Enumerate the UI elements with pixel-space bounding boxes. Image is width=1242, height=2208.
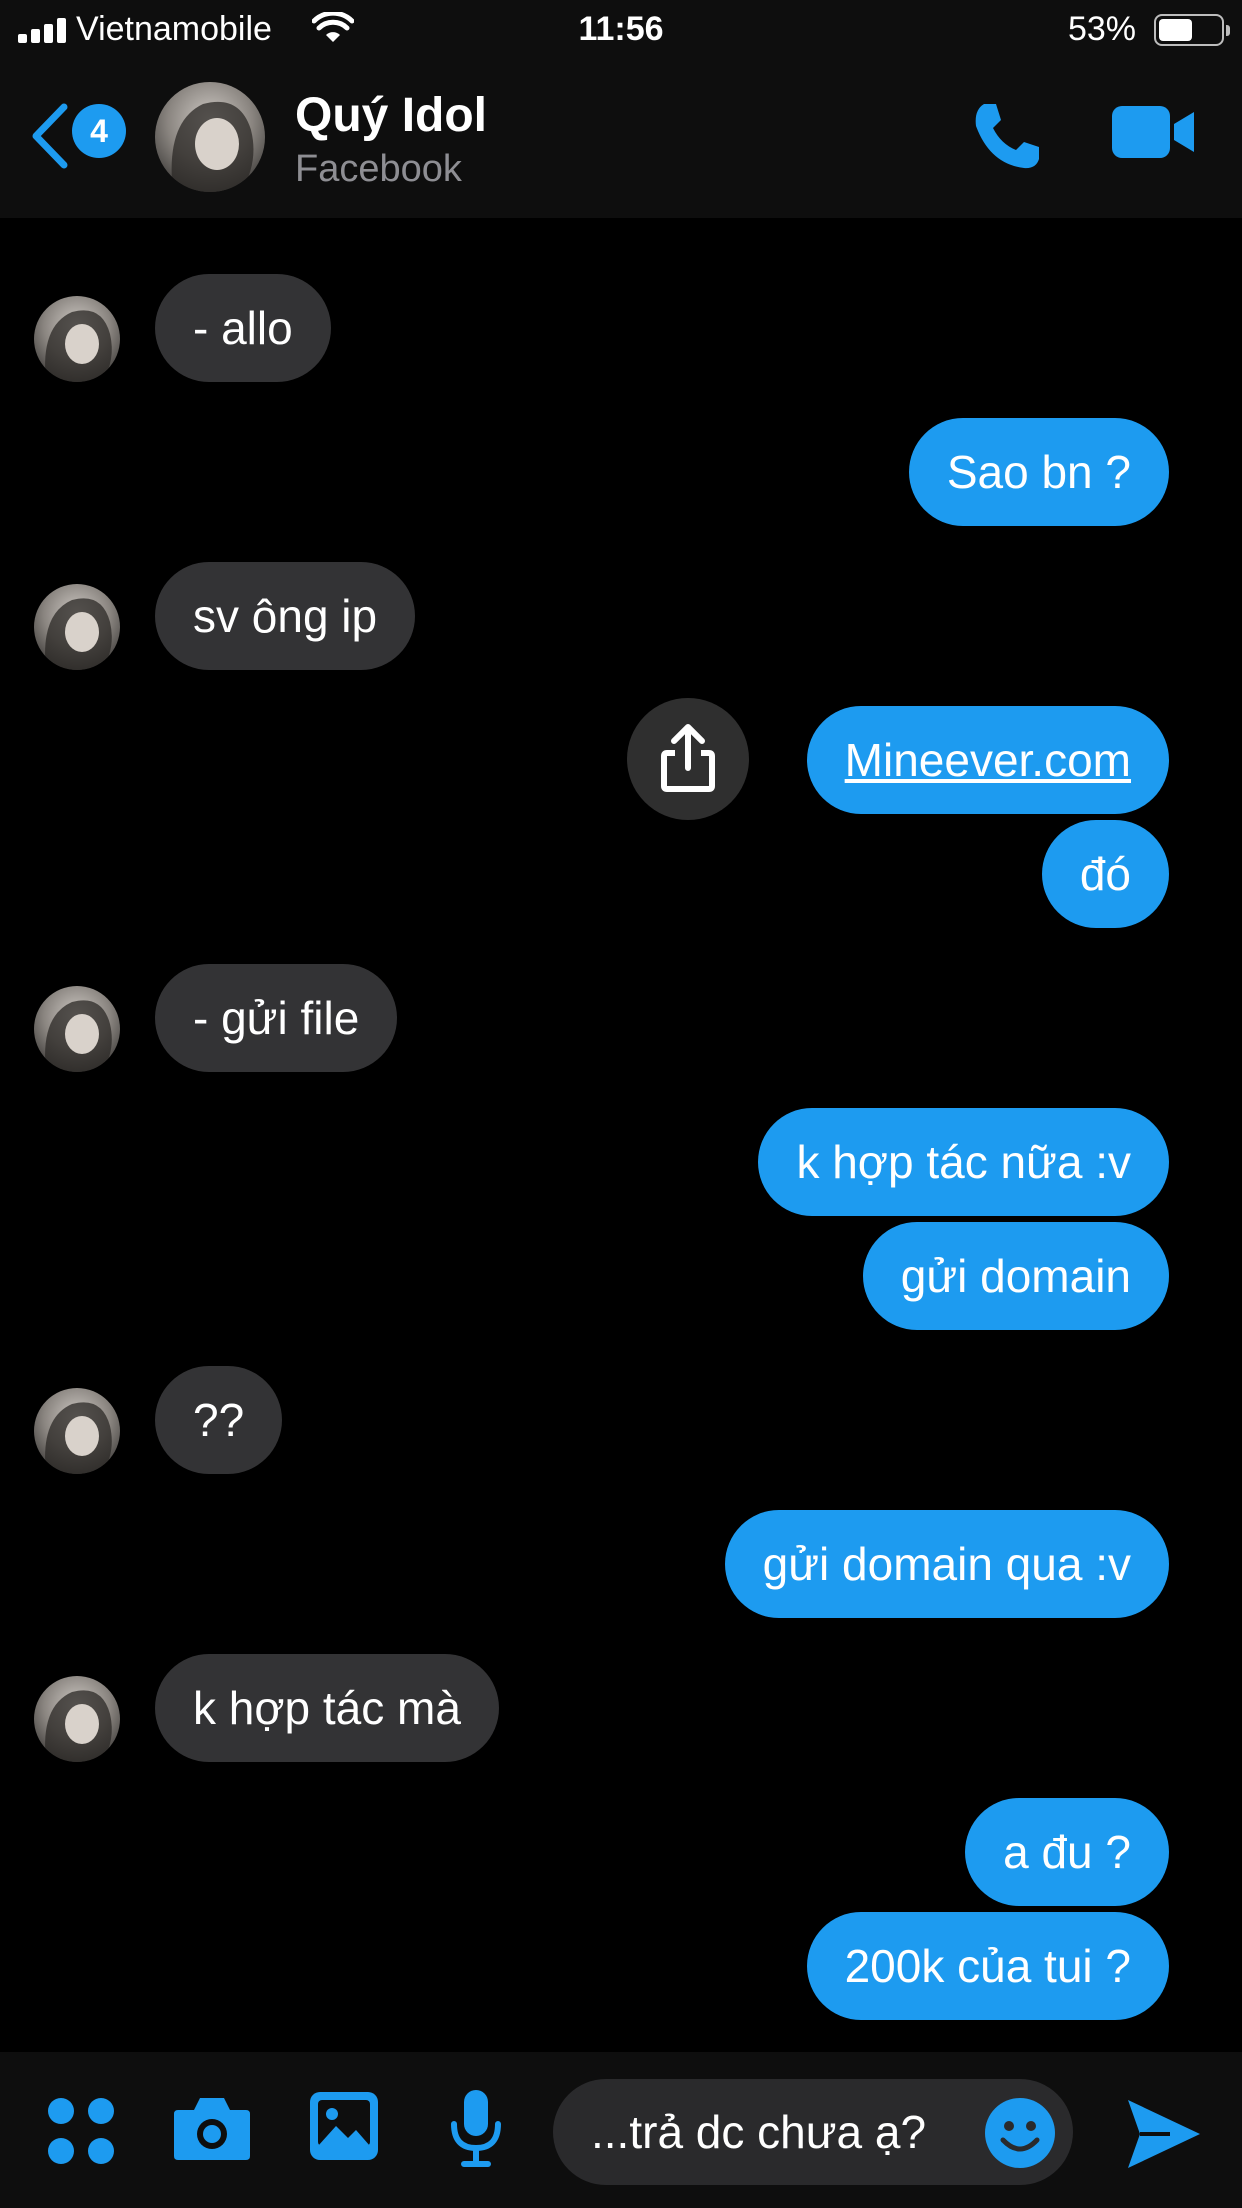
contact-avatar[interactable] [155,82,265,192]
status-bar: Vietnamobile 11:56 53% [0,0,1242,62]
message-bubble-outgoing[interactable]: 200k của tui ? [806,1912,1169,2020]
share-icon [661,724,715,792]
contact-subtitle: Facebook [295,148,462,190]
send-icon[interactable] [1126,2096,1202,2172]
message-bubble-outgoing[interactable]: k hợp tác nữa :v [758,1108,1169,1216]
phone-icon[interactable] [968,98,1044,174]
sender-avatar[interactable] [34,1676,120,1762]
sender-avatar[interactable] [34,986,120,1072]
emoji-icon[interactable] [983,2096,1057,2170]
unread-count-badge: 4 [72,104,126,158]
message-bubble-link[interactable]: Mineever.com [806,706,1169,814]
sender-avatar[interactable] [34,584,120,670]
battery-icon [1154,14,1230,46]
video-camera-icon[interactable] [1110,104,1196,160]
message-bubble-incoming[interactable]: ?? [155,1366,283,1474]
message-bubble-outgoing[interactable]: Sao bn ? [908,418,1169,526]
microphone-icon[interactable] [448,2088,504,2168]
message-bubble-incoming[interactable]: k hợp tác mà [155,1654,499,1762]
share-button[interactable] [627,698,749,820]
message-input[interactable] [591,2079,971,2185]
back-chevron-icon [32,103,68,169]
conversation-header: 4 Quý Idol Facebook [0,62,1242,218]
apps-icon[interactable] [46,2096,116,2166]
message-bubble-incoming[interactable]: - allo [155,274,331,382]
back-button[interactable]: 4 [20,96,132,176]
message-bubble-outgoing[interactable]: đó [1041,820,1169,928]
sender-avatar[interactable] [34,296,120,382]
message-bubble-incoming[interactable]: - gửi file [155,964,398,1072]
message-input-container [553,2079,1073,2185]
message-bubble-outgoing[interactable]: gửi domain [862,1222,1169,1330]
battery-percent: 53% [1067,10,1136,48]
sender-avatar[interactable] [34,1388,120,1474]
message-bubble-outgoing[interactable]: a đu ? [965,1798,1169,1906]
composer-bar [0,2052,1242,2208]
contact-name[interactable]: Quý Idol [295,88,487,143]
message-bubble-incoming[interactable]: sv ông ip [155,562,416,670]
status-time: 11:56 [578,10,664,48]
message-bubble-outgoing[interactable]: gửi domain qua :v [724,1510,1169,1618]
gallery-icon[interactable] [308,2090,380,2162]
camera-icon[interactable] [172,2094,252,2162]
